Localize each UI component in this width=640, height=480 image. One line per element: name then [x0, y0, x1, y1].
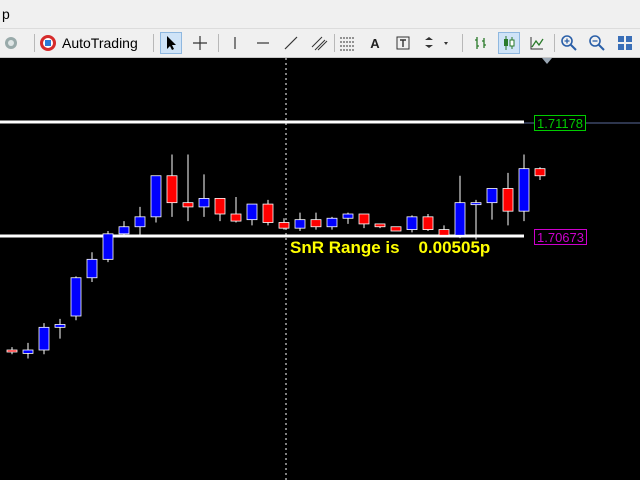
vertical-line-icon	[234, 37, 236, 49]
equidistant-channel-tool-button[interactable]	[308, 32, 330, 54]
line-chart-button[interactable]	[526, 32, 548, 54]
crosshair-icon	[193, 36, 207, 50]
bear-candle	[166, 175, 178, 204]
vertical-line-tool-button[interactable]	[224, 32, 246, 54]
toolbar-divider	[554, 34, 555, 52]
line-chart-icon	[530, 37, 544, 50]
bar-chart-icon	[475, 37, 486, 49]
text-label-tool-button[interactable]	[392, 32, 414, 54]
channel-icon	[311, 36, 328, 51]
text-label-icon	[396, 36, 410, 50]
bear-candle	[374, 223, 386, 228]
bar-chart-button[interactable]	[470, 32, 492, 54]
autotrading-icon	[38, 33, 58, 53]
autotrading-button[interactable]: AutoTrading	[38, 32, 148, 54]
resistance-price-tag: 1.71178	[534, 115, 587, 131]
fibonacci-icon	[340, 37, 354, 51]
cursor-icon	[167, 36, 176, 50]
bull-candle	[518, 168, 530, 212]
text-tool-icon: A	[370, 35, 380, 51]
bear-candle	[262, 203, 274, 223]
bull-candle	[86, 258, 98, 279]
bear-candle	[182, 202, 194, 208]
toolbar-divider	[218, 34, 219, 52]
bull-candle	[454, 202, 466, 236]
arrows-icon	[425, 37, 448, 48]
toolbar-divider	[153, 34, 154, 52]
bull-candle	[294, 219, 306, 229]
bull-candle	[54, 324, 66, 328]
price-chart[interactable]: 1.71178 1.70673 SnR Range is 0.00505p	[0, 58, 640, 480]
bull-candle	[22, 349, 34, 354]
bull-candle	[470, 202, 482, 206]
bear-candle	[502, 188, 514, 212]
toolbar-divider	[334, 34, 335, 52]
bear-candle	[6, 349, 18, 353]
fibonacci-tool-button[interactable]	[336, 32, 358, 54]
bull-candle	[150, 175, 162, 218]
bear-candle	[438, 229, 450, 236]
horizontal-line-tool-button[interactable]	[252, 32, 274, 54]
bear-candle	[230, 213, 242, 222]
main-toolbar: AutoTrading A	[0, 29, 640, 58]
menu-item-help-partial[interactable]: p	[2, 6, 10, 22]
zoom-in-icon	[561, 35, 577, 51]
bull-candle	[134, 216, 146, 228]
bull-candle	[70, 277, 82, 317]
bull-candle	[486, 188, 498, 204]
bull-candle	[406, 216, 418, 230]
horizontal-line-icon	[257, 42, 269, 44]
autotrading-label: AutoTrading	[62, 35, 138, 51]
snr-range-label: SnR Range is 0.00505p	[290, 238, 491, 257]
trendline-icon	[284, 36, 298, 50]
zoom-out-button[interactable]	[586, 32, 608, 54]
arrows-dropdown-button[interactable]	[420, 32, 452, 54]
toolbar-scroll-left-icon[interactable]	[0, 32, 22, 54]
bull-candle	[342, 213, 354, 219]
crosshair-tool-button[interactable]	[189, 32, 211, 54]
tile-windows-icon	[618, 36, 632, 50]
cursor-tool-button[interactable]	[160, 32, 182, 54]
bull-candle	[118, 226, 130, 235]
bear-candle	[214, 198, 226, 215]
bull-candle	[246, 203, 258, 221]
toolbar-divider	[34, 34, 35, 52]
candlestick-chart-button[interactable]	[498, 32, 520, 54]
bear-candle	[358, 213, 370, 225]
bull-candle	[326, 217, 338, 228]
zoom-out-icon	[589, 35, 605, 51]
bear-candle	[310, 219, 322, 228]
bull-candle	[198, 198, 210, 208]
zoom-in-button[interactable]	[558, 32, 580, 54]
candlestick-icon	[504, 36, 515, 50]
chart-shift-marker-icon[interactable]	[542, 58, 552, 64]
bear-candle	[390, 226, 402, 232]
menu-bar: p	[0, 0, 640, 29]
bear-candle	[278, 222, 290, 229]
bear-candle	[422, 216, 434, 230]
toolbar-divider	[462, 34, 463, 52]
bear-candle	[534, 168, 546, 177]
support-price-tag: 1.70673	[534, 229, 587, 245]
trendline-tool-button[interactable]	[280, 32, 302, 54]
bull-candle	[102, 233, 114, 260]
bull-candle	[38, 326, 50, 351]
tile-windows-button[interactable]	[614, 32, 636, 54]
text-tool-button[interactable]: A	[364, 32, 386, 54]
